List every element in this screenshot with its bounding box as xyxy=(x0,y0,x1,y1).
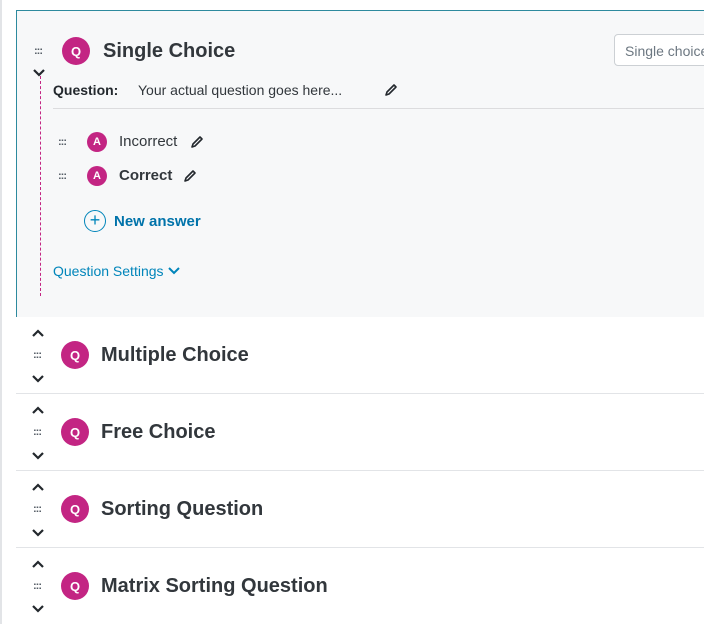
chevron-down-icon[interactable] xyxy=(32,68,46,78)
plus-circle-icon: + xyxy=(84,210,106,232)
pencil-icon[interactable] xyxy=(384,83,398,97)
drag-handle-icon[interactable]: ::: xyxy=(33,581,42,592)
question-title[interactable]: Multiple Choice xyxy=(101,343,249,367)
question-divider xyxy=(53,108,704,109)
chevron-up-icon[interactable] xyxy=(31,405,45,415)
question-type-select[interactable]: Single choice xyxy=(614,34,704,66)
question-text[interactable]: Your actual question goes here... xyxy=(138,81,342,99)
editor-left-rule xyxy=(0,0,2,624)
question-title[interactable]: Free Choice xyxy=(101,420,215,444)
chevron-down-icon xyxy=(167,267,180,275)
drag-handle-icon[interactable]: ::: xyxy=(33,427,42,438)
answer-label-correct[interactable]: Correct xyxy=(119,167,172,185)
chevron-down-icon[interactable] xyxy=(31,528,45,538)
question-badge: Q xyxy=(61,495,89,523)
chevron-down-icon[interactable] xyxy=(31,374,45,384)
drag-handle-icon[interactable]: ::: xyxy=(34,46,43,57)
chevron-up-icon[interactable] xyxy=(31,328,45,338)
chevron-up-icon[interactable] xyxy=(31,559,45,569)
new-answer-label: New answer xyxy=(114,212,201,230)
question-title[interactable]: Single Choice xyxy=(103,39,235,63)
question-block-expanded[interactable]: ::: Q Single Choice Single choice Questi… xyxy=(16,10,704,318)
question-badge: Q xyxy=(62,37,90,65)
question-title[interactable]: Sorting Question xyxy=(101,497,263,521)
chevron-up-icon[interactable] xyxy=(31,482,45,492)
question-block-collapsed[interactable]: ::: Q Matrix Sorting Question xyxy=(16,548,704,624)
drag-handle-icon[interactable]: ::: xyxy=(33,350,42,361)
question-title[interactable]: Matrix Sorting Question xyxy=(101,574,328,598)
question-badge: Q xyxy=(61,341,89,369)
question-block-collapsed[interactable]: ::: Q Free Choice xyxy=(16,394,704,471)
answer-label[interactable]: Incorrect xyxy=(119,133,177,151)
chevron-down-icon[interactable] xyxy=(31,604,45,614)
question-block-collapsed[interactable]: ::: Q Sorting Question xyxy=(16,471,704,548)
pencil-icon[interactable] xyxy=(190,135,204,149)
pencil-icon[interactable] xyxy=(183,169,197,183)
drag-handle-icon[interactable]: ::: xyxy=(58,171,67,182)
answer-badge: A xyxy=(87,166,107,186)
drag-handle-icon[interactable]: ::: xyxy=(33,504,42,515)
drag-handle-icon[interactable]: ::: xyxy=(58,137,67,148)
question-label: Question: xyxy=(53,82,119,98)
question-settings-label: Question Settings xyxy=(53,263,164,279)
answer-badge: A xyxy=(87,132,107,152)
chevron-down-icon[interactable] xyxy=(31,451,45,461)
question-badge: Q xyxy=(61,418,89,446)
question-settings-toggle[interactable]: Question Settings xyxy=(53,263,180,279)
question-badge: Q xyxy=(61,572,89,600)
question-indent-line xyxy=(40,76,41,296)
new-answer-button[interactable]: + New answer xyxy=(84,210,201,232)
question-block-collapsed[interactable]: ::: Q Multiple Choice xyxy=(16,317,704,394)
